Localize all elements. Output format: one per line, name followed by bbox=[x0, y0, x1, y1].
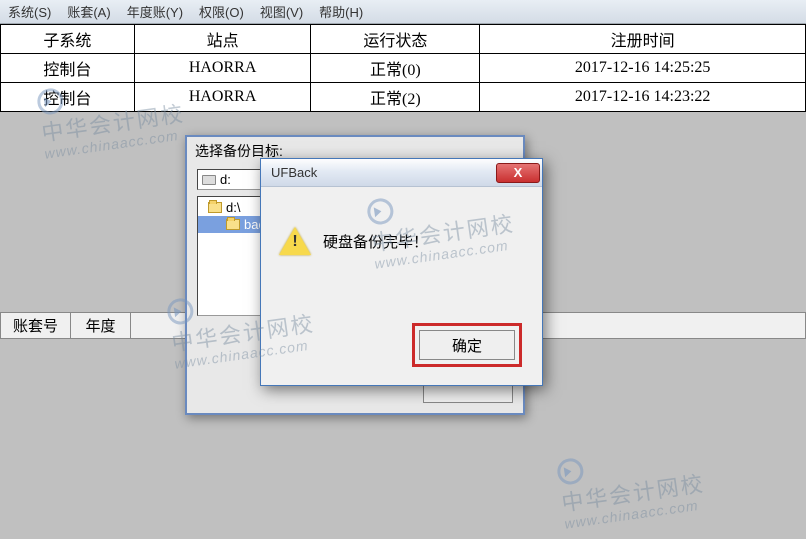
drive-icon bbox=[202, 175, 216, 185]
ufback-body: 硬盘备份完毕！ bbox=[261, 187, 542, 265]
cell-regtime: 2017-12-16 14:23:22 bbox=[480, 83, 806, 112]
close-icon: X bbox=[514, 165, 523, 180]
menu-year[interactable]: 年度账(Y) bbox=[127, 2, 183, 21]
folder-open-icon bbox=[208, 202, 222, 213]
col-site: 站点 bbox=[134, 25, 311, 54]
col-account-no: 账套号 bbox=[1, 313, 71, 339]
menu-system[interactable]: 系统(S) bbox=[8, 2, 51, 21]
folder-open-icon bbox=[226, 219, 240, 230]
ok-highlight: 确定 bbox=[412, 323, 522, 367]
cell-subsystem: 控制台 bbox=[1, 83, 135, 112]
cell-subsystem: 控制台 bbox=[1, 54, 135, 83]
warning-icon bbox=[279, 227, 311, 255]
menu-bar: 系统(S) 账套(A) 年度账(Y) 权限(O) 视图(V) 帮助(H) bbox=[0, 0, 806, 24]
cell-status: 正常(2) bbox=[311, 83, 480, 112]
drive-label: d: bbox=[220, 172, 231, 187]
col-year: 年度 bbox=[71, 313, 131, 339]
ufback-title: UFBack bbox=[271, 165, 317, 180]
cell-regtime: 2017-12-16 14:25:25 bbox=[480, 54, 806, 83]
menu-view[interactable]: 视图(V) bbox=[260, 2, 303, 21]
table-row[interactable]: 控制台 HAORRA 正常(0) 2017-12-16 14:25:25 bbox=[1, 54, 806, 83]
menu-permission[interactable]: 权限(O) bbox=[199, 2, 244, 21]
ok-button[interactable]: 确定 bbox=[419, 330, 515, 360]
table-header-row: 子系统 站点 运行状态 注册时间 bbox=[1, 25, 806, 54]
status-table: 子系统 站点 运行状态 注册时间 控制台 HAORRA 正常(0) 2017-1… bbox=[0, 24, 806, 112]
col-regtime: 注册时间 bbox=[480, 25, 806, 54]
ufback-dialog: UFBack X 硬盘备份完毕！ 确定 bbox=[260, 158, 543, 386]
col-subsystem: 子系统 bbox=[1, 25, 135, 54]
tree-root-label: d:\ bbox=[226, 200, 240, 215]
cell-status: 正常(0) bbox=[311, 54, 480, 83]
menu-account[interactable]: 账套(A) bbox=[67, 2, 110, 21]
cell-site: HAORRA bbox=[134, 54, 311, 83]
table-row[interactable]: 控制台 HAORRA 正常(2) 2017-12-16 14:23:22 bbox=[1, 83, 806, 112]
close-button[interactable]: X bbox=[496, 163, 540, 183]
col-status: 运行状态 bbox=[311, 25, 480, 54]
ufback-titlebar[interactable]: UFBack X bbox=[261, 159, 542, 187]
ufback-message: 硬盘备份完毕！ bbox=[323, 231, 428, 252]
menu-help[interactable]: 帮助(H) bbox=[319, 2, 363, 21]
cell-site: HAORRA bbox=[134, 83, 311, 112]
